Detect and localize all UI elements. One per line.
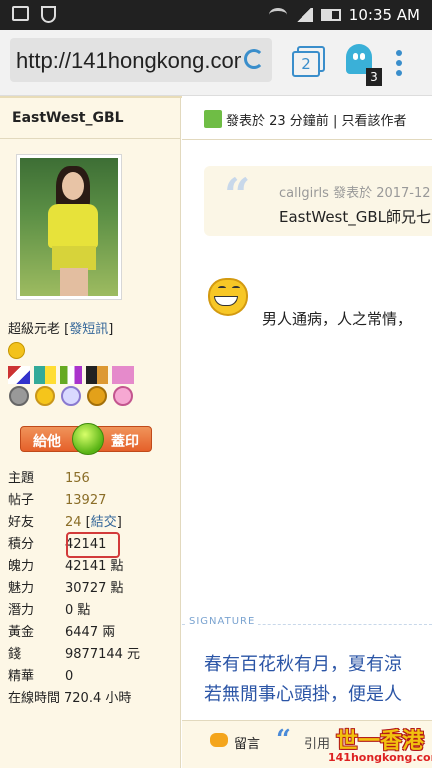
online-smiley-icon [8,342,25,359]
tabs-button[interactable]: 2 [292,46,326,78]
browser-toolbar: http://141hongkong.com 2 3 [0,30,432,96]
ghost-eye [353,53,358,60]
stat-row: 錢 9877144 元 [8,647,141,662]
stamp-button[interactable]: 給他 蓋印 [20,423,152,455]
signature-line-2: 若無閒事心頭掛，便是人 [204,684,402,705]
shield-icon [41,6,56,23]
medal-icon[interactable] [60,366,82,406]
status-bar: 10:35 AM [0,0,432,30]
quote-block: “ callgirls 發表於 2017-12 EastWest_GBL師兄七 [204,166,432,236]
post-actions: 留言 “ 引用 世一香港 141hongkong.com [182,720,432,768]
divider [0,138,181,139]
stat-row: 主題 156 [8,471,90,486]
only-author-link[interactable]: 只看該作者 [341,114,406,129]
post-author-icon [204,110,222,128]
reload-icon[interactable] [244,49,264,69]
url-bar[interactable]: http://141hongkong.com [10,38,272,82]
stamp-left-label: 給他 [33,434,61,450]
stat-row: 黃金 6447 兩 [8,625,116,640]
comment-button[interactable]: 留言 [234,733,260,752]
stat-row: 魄力 42141 點 [8,559,124,574]
quote-mark-icon: “ [224,168,251,222]
clock: 10:35 AM [348,6,420,24]
medal-icon[interactable] [8,366,30,406]
stat-row: 潛力 0 點 [8,603,91,618]
grin-smiley-icon [204,274,252,320]
signal-icon [294,8,313,22]
author-stats: 主題 156 帖子 13927 好友 24 [結交] 積分 42141 魄力 42141 … [8,468,180,710]
site-watermark-logo: 世一香港 141hongkong.com [306,723,432,767]
author-username[interactable]: EastWest_GBL [12,110,124,126]
separator: | [332,114,338,129]
logo-site: 141hongkong.com [328,751,432,764]
highlight-annotation [66,532,120,558]
author-sidebar: EastWest_GBL 超級元老 [發短訊] 給他 蓋印 主題 156 帖子 13… [0,96,181,768]
stat-row: 帖子 13927 [8,493,107,508]
add-friend-link[interactable]: 結交 [91,515,117,530]
medal-icon[interactable] [112,366,134,406]
tab-count: 2 [292,51,320,77]
avatar[interactable] [16,154,122,300]
medal-icon[interactable] [34,366,56,406]
quote-text: EastWest_GBL師兄七 [279,208,432,226]
stamp-ball-icon [72,423,104,455]
post-column: 發表於 23 分鐘前 | 只看該作者 “ callgirls 發表於 2017-… [182,96,432,768]
rank-label: 超級元老 [8,322,61,337]
url-text[interactable]: http://141hongkong.com [16,48,241,74]
ghost-badge: 3 [366,68,382,86]
post-time: 發表於 23 分鐘前 [226,114,329,129]
avatar-photo [20,158,118,296]
stamp-right-label: 蓋印 [111,434,139,450]
battery-icon [320,9,341,21]
quote-icon[interactable]: “ [276,725,291,755]
medals [8,366,134,406]
signature-line-1: 春有百花秋有月，夏有涼 [204,654,402,675]
post-header: 發表於 23 分鐘前 | 只看該作者 [182,96,432,140]
comment-bubble-icon[interactable] [210,733,228,747]
image-notification-icon [12,6,29,21]
quote-meta: callgirls 發表於 2017-12 [279,186,431,201]
stat-row: 在線時間 720.4 小時 [8,691,132,706]
post-body: 男人通病，人之常情， [262,310,413,328]
forum-page: EastWest_GBL 超級元老 [發短訊] 給他 蓋印 主題 156 帖子 13… [0,96,432,768]
post-meta: 發表於 23 分鐘前 | 只看該作者 [226,110,407,129]
stat-row: 好友 24 [結交] [8,515,122,530]
rank-line: 超級元老 [發短訊] [8,322,114,337]
stat-row: 精華 0 [8,669,74,684]
stat-row: 魅力 30727 點 [8,581,124,596]
medal-icon[interactable] [86,366,108,406]
overflow-menu-icon[interactable] [396,50,406,80]
send-pm-link[interactable]: 發短訊 [69,322,108,337]
ghost-eye [360,53,365,60]
wifi-icon [268,8,287,22]
signature-label: SIGNATURE [186,616,259,627]
